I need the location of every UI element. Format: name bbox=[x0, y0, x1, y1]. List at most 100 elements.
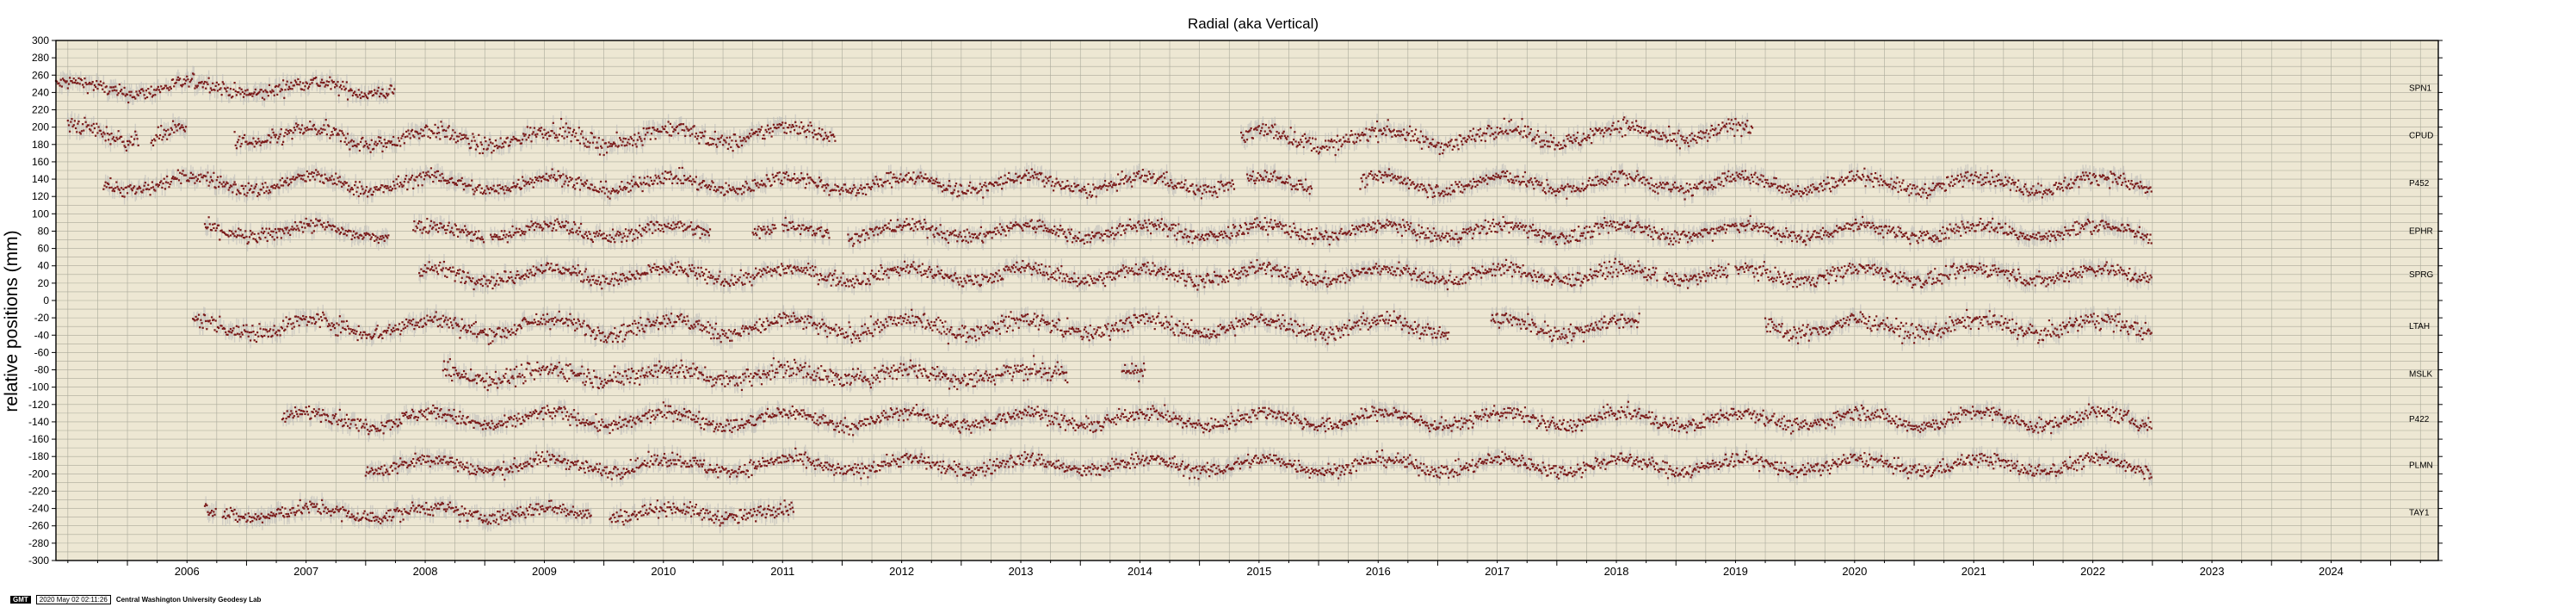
data-point bbox=[220, 183, 223, 185]
data-point bbox=[764, 185, 767, 188]
data-point bbox=[184, 79, 188, 82]
data-point bbox=[776, 123, 779, 126]
data-point bbox=[1380, 177, 1382, 179]
data-point bbox=[308, 85, 311, 88]
data-point bbox=[710, 185, 713, 188]
data-point bbox=[1044, 176, 1047, 178]
data-point bbox=[967, 184, 971, 187]
data-point bbox=[1438, 152, 1441, 156]
data-point bbox=[151, 181, 153, 183]
data-point bbox=[167, 128, 170, 131]
data-point bbox=[889, 171, 893, 174]
data-point bbox=[1089, 190, 1091, 194]
data-point bbox=[678, 166, 681, 170]
data-point bbox=[1320, 147, 1323, 150]
data-point bbox=[141, 88, 144, 90]
data-point bbox=[1560, 144, 1562, 146]
data-point bbox=[117, 130, 120, 133]
data-point bbox=[433, 175, 436, 177]
data-point bbox=[385, 146, 388, 148]
data-point bbox=[1690, 132, 1693, 135]
data-point bbox=[521, 139, 524, 141]
data-point bbox=[848, 191, 850, 194]
data-point bbox=[277, 85, 280, 88]
data-point bbox=[331, 133, 334, 136]
data-point bbox=[95, 85, 97, 89]
data-point bbox=[110, 132, 113, 135]
data-point bbox=[435, 176, 437, 179]
data-point bbox=[1264, 123, 1268, 127]
data-point bbox=[1394, 135, 1398, 138]
data-point bbox=[471, 139, 473, 142]
data-point bbox=[965, 192, 967, 195]
data-point bbox=[214, 84, 217, 87]
data-point bbox=[1368, 172, 1372, 176]
data-point bbox=[881, 185, 884, 188]
data-point bbox=[828, 194, 831, 196]
data-point bbox=[150, 85, 152, 88]
data-point bbox=[1431, 138, 1434, 140]
data-point bbox=[1284, 181, 1288, 183]
data-point bbox=[1659, 138, 1661, 140]
data-point bbox=[466, 137, 469, 140]
data-point bbox=[232, 88, 235, 90]
data-point bbox=[127, 101, 130, 104]
data-point bbox=[315, 128, 318, 131]
data-point bbox=[504, 141, 507, 144]
data-point bbox=[1725, 122, 1728, 125]
data-point bbox=[1198, 189, 1201, 192]
data-point bbox=[384, 142, 387, 145]
data-point bbox=[436, 127, 440, 129]
data-point bbox=[1060, 188, 1063, 190]
data-point bbox=[1241, 136, 1244, 139]
data-point bbox=[628, 183, 631, 185]
data-point bbox=[1702, 132, 1705, 134]
data-point bbox=[804, 130, 806, 133]
data-point bbox=[238, 135, 241, 138]
data-point bbox=[630, 179, 633, 182]
data-point bbox=[1599, 132, 1602, 134]
data-point bbox=[474, 187, 477, 189]
data-point bbox=[67, 83, 71, 85]
data-point bbox=[1519, 133, 1522, 135]
data-point bbox=[1568, 139, 1571, 142]
data-point bbox=[1417, 137, 1419, 139]
data-point bbox=[150, 187, 152, 189]
data-point bbox=[247, 182, 250, 184]
data-point bbox=[917, 175, 920, 177]
data-point bbox=[1556, 144, 1560, 147]
data-point bbox=[1294, 131, 1296, 133]
data-point bbox=[713, 138, 715, 141]
data-point bbox=[364, 140, 367, 143]
data-point bbox=[1232, 188, 1236, 190]
data-point bbox=[1494, 131, 1497, 133]
data-point bbox=[782, 127, 785, 129]
data-point bbox=[840, 189, 843, 191]
data-point bbox=[640, 183, 643, 186]
data-point bbox=[190, 77, 194, 80]
data-point bbox=[621, 189, 624, 191]
data-point bbox=[488, 138, 491, 141]
data-point bbox=[1743, 128, 1745, 131]
data-point bbox=[1457, 148, 1460, 151]
data-point bbox=[949, 185, 952, 188]
data-point bbox=[228, 186, 231, 189]
data-point bbox=[1105, 184, 1108, 187]
data-point bbox=[601, 190, 603, 193]
data-point bbox=[929, 180, 932, 183]
data-point bbox=[1612, 121, 1615, 124]
data-point bbox=[128, 90, 131, 93]
data-point bbox=[1270, 178, 1273, 181]
data-point bbox=[374, 188, 377, 190]
data-point bbox=[77, 77, 80, 79]
data-point bbox=[282, 140, 285, 143]
data-point bbox=[266, 139, 269, 142]
data-point bbox=[765, 131, 768, 133]
data-point bbox=[1128, 176, 1132, 178]
data-point bbox=[58, 82, 60, 84]
data-point bbox=[1398, 130, 1400, 133]
data-point bbox=[1164, 183, 1167, 186]
data-point bbox=[91, 131, 94, 133]
data-point bbox=[1310, 149, 1313, 152]
data-point bbox=[298, 84, 300, 86]
